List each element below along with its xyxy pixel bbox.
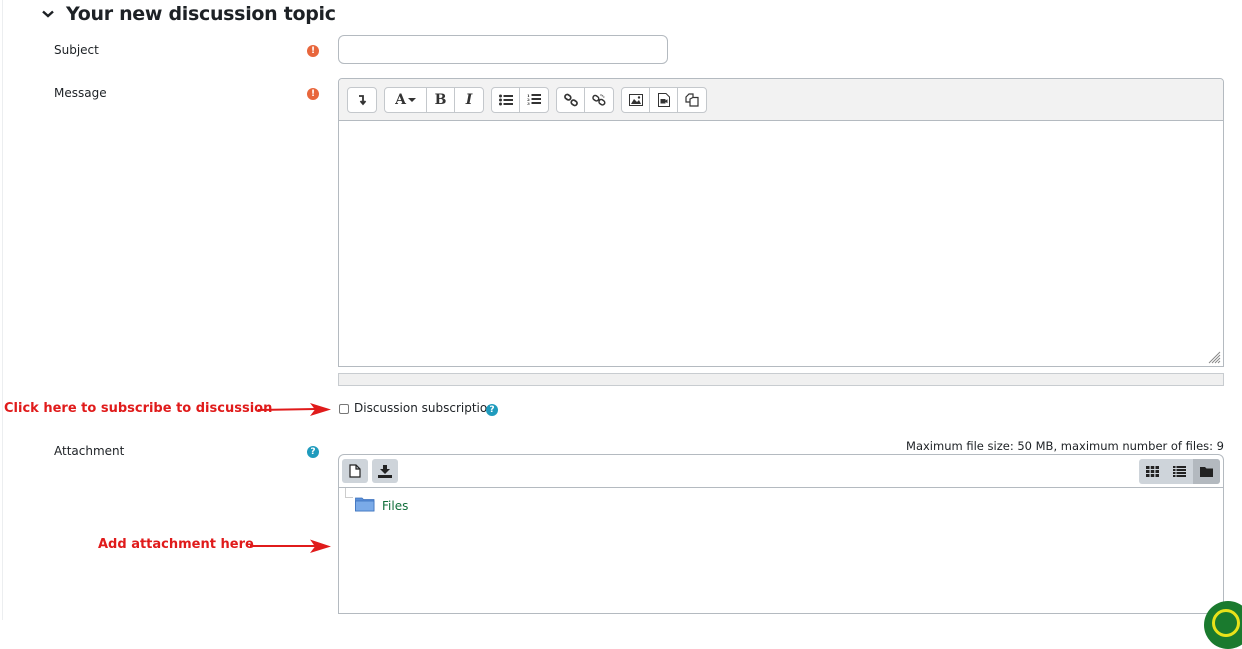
toolbar-group-links [556,86,614,113]
ordered-list-button[interactable]: 123 [520,88,548,112]
toolbar-toggle-button[interactable] [348,88,376,112]
bold-button[interactable]: B [427,87,455,112]
toolbar-toggle-icon [359,94,367,105]
subject-input[interactable] [338,35,668,64]
add-file-button[interactable] [342,459,368,483]
manage-files-button[interactable] [678,88,706,112]
editor-toolbar: A B I 123 [339,79,1223,121]
manage-files-icon [685,92,699,107]
list-view-button[interactable] [1166,459,1193,484]
annotation-subscribe: Click here to subscribe to discussion [4,401,273,416]
attachment-label: Attachment [54,444,125,458]
unordered-list-icon [498,94,513,105]
italic-button[interactable]: I [455,88,483,112]
filepicker-toolbar [339,455,1223,488]
font-style-icon: A [395,91,406,108]
bold-icon: B [434,91,447,108]
message-textarea[interactable] [339,121,1223,366]
message-label: Message [54,86,107,100]
toolbar-group-lists: 123 [491,86,549,113]
media-icon [657,92,670,107]
image-button[interactable] [622,87,650,112]
grid-view-icon [1146,466,1159,477]
exclamation-circle-icon: ! [307,88,319,100]
add-file-icon [349,464,361,478]
download-icon [378,464,392,478]
max-file-info: Maximum file size: 50 MB, maximum number… [906,439,1224,453]
chevron-down-icon[interactable] [40,6,56,22]
toolbar-group-style: A B I [384,86,484,113]
filepicker: Files [338,454,1224,614]
link-icon [563,93,578,106]
exclamation-circle-icon: ! [307,45,319,57]
arrow-icon [250,539,331,553]
view-switcher [1139,459,1220,484]
subscription-label[interactable]: Discussion subscription [354,401,495,415]
tree-connector [345,488,353,498]
section-title: Your new discussion topic [66,3,336,25]
download-button[interactable] [372,459,398,483]
grid-view-button[interactable] [1139,459,1166,484]
svg-text:3: 3 [527,101,530,106]
image-icon [628,93,643,106]
ordered-list-icon: 123 [527,93,541,106]
floating-chat-badge[interactable] [1204,601,1242,649]
subject-label: Subject [54,43,99,57]
page-border [2,0,3,620]
tree-view-button[interactable] [1193,459,1220,484]
italic-icon: I [465,91,473,108]
unlink-icon [592,93,606,106]
question-circle-icon[interactable]: ? [486,404,498,416]
unlink-button[interactable] [585,88,613,112]
annotation-attachment: Add attachment here [98,537,254,552]
toolbar-group-toggle [347,86,377,113]
toolbar-group-media [621,86,707,113]
message-editor: A B I 123 [338,78,1224,367]
editor-statusbar [338,373,1224,386]
tree-view-icon [1200,467,1213,477]
question-circle-icon[interactable]: ? [307,446,319,458]
badge-ring-icon [1212,609,1240,637]
subscription-checkbox[interactable] [339,404,349,414]
section-header[interactable]: Your new discussion topic [40,3,336,25]
arrow-icon [258,403,331,416]
font-style-button[interactable]: A [385,87,427,112]
media-button[interactable] [650,87,678,112]
unordered-list-button[interactable] [492,87,520,112]
files-folder-link[interactable]: Files [382,499,408,513]
link-button[interactable] [557,87,585,112]
resize-handle-icon[interactable] [1207,350,1221,364]
list-view-icon [1173,466,1186,477]
folder-icon [355,497,375,512]
